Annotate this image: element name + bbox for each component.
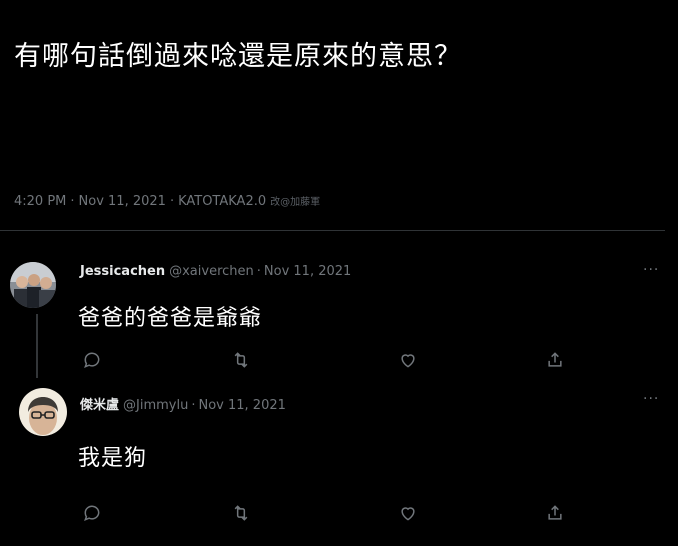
separator: · xyxy=(169,194,175,209)
tweet-meta: 4:20 PM · Nov 11, 2021 · KATOTAKA2.0 改@加藤軍 xyxy=(14,193,320,209)
tweet-date[interactable]: Nov 11, 2021 xyxy=(79,194,166,209)
thread-line xyxy=(36,314,38,378)
retweet-icon[interactable] xyxy=(231,503,251,523)
reply-author-name[interactable]: 傑米盧 xyxy=(80,398,119,413)
reply-text: 爸爸的爸爸是爺爺 xyxy=(78,306,263,331)
avatar-image xyxy=(10,262,56,308)
separator: · xyxy=(191,398,196,413)
reply-header: Jessicachen @xaiverchen · Nov 11, 2021 xyxy=(80,264,351,279)
reply-author-handle[interactable]: @Jimmylu xyxy=(123,398,188,413)
reply-date[interactable]: Nov 11, 2021 xyxy=(264,264,351,279)
separator: · xyxy=(70,194,75,209)
heart-icon[interactable] xyxy=(398,350,418,370)
avatar-image xyxy=(19,388,67,436)
more-icon[interactable]: ··· xyxy=(643,391,659,407)
more-icon[interactable]: ··· xyxy=(643,262,659,278)
reply-icon[interactable] xyxy=(82,503,102,523)
reply-text: 我是狗 xyxy=(78,446,148,471)
tweet-time[interactable]: 4:20 PM xyxy=(14,194,66,209)
separator: · xyxy=(256,264,261,279)
tweet-source[interactable]: KATOTAKA2.0 xyxy=(178,194,266,209)
watermark-text: 改@加藤軍 xyxy=(270,197,321,208)
avatar[interactable] xyxy=(10,262,56,308)
reply-icon[interactable] xyxy=(82,350,102,370)
divider xyxy=(0,230,665,231)
share-icon[interactable] xyxy=(545,503,565,523)
heart-icon[interactable] xyxy=(398,503,418,523)
reply-header: 傑米盧 @Jimmylu · Nov 11, 2021 xyxy=(80,394,286,413)
tweet-text: 有哪句話倒過來唸還是原來的意思？ xyxy=(14,41,462,72)
reply-date[interactable]: Nov 11, 2021 xyxy=(198,398,285,413)
avatar[interactable] xyxy=(19,388,67,436)
share-icon[interactable] xyxy=(545,350,565,370)
reply-author-handle[interactable]: @xaiverchen xyxy=(169,264,254,279)
retweet-icon[interactable] xyxy=(231,350,251,370)
reply-author-name[interactable]: Jessicachen xyxy=(80,264,165,279)
